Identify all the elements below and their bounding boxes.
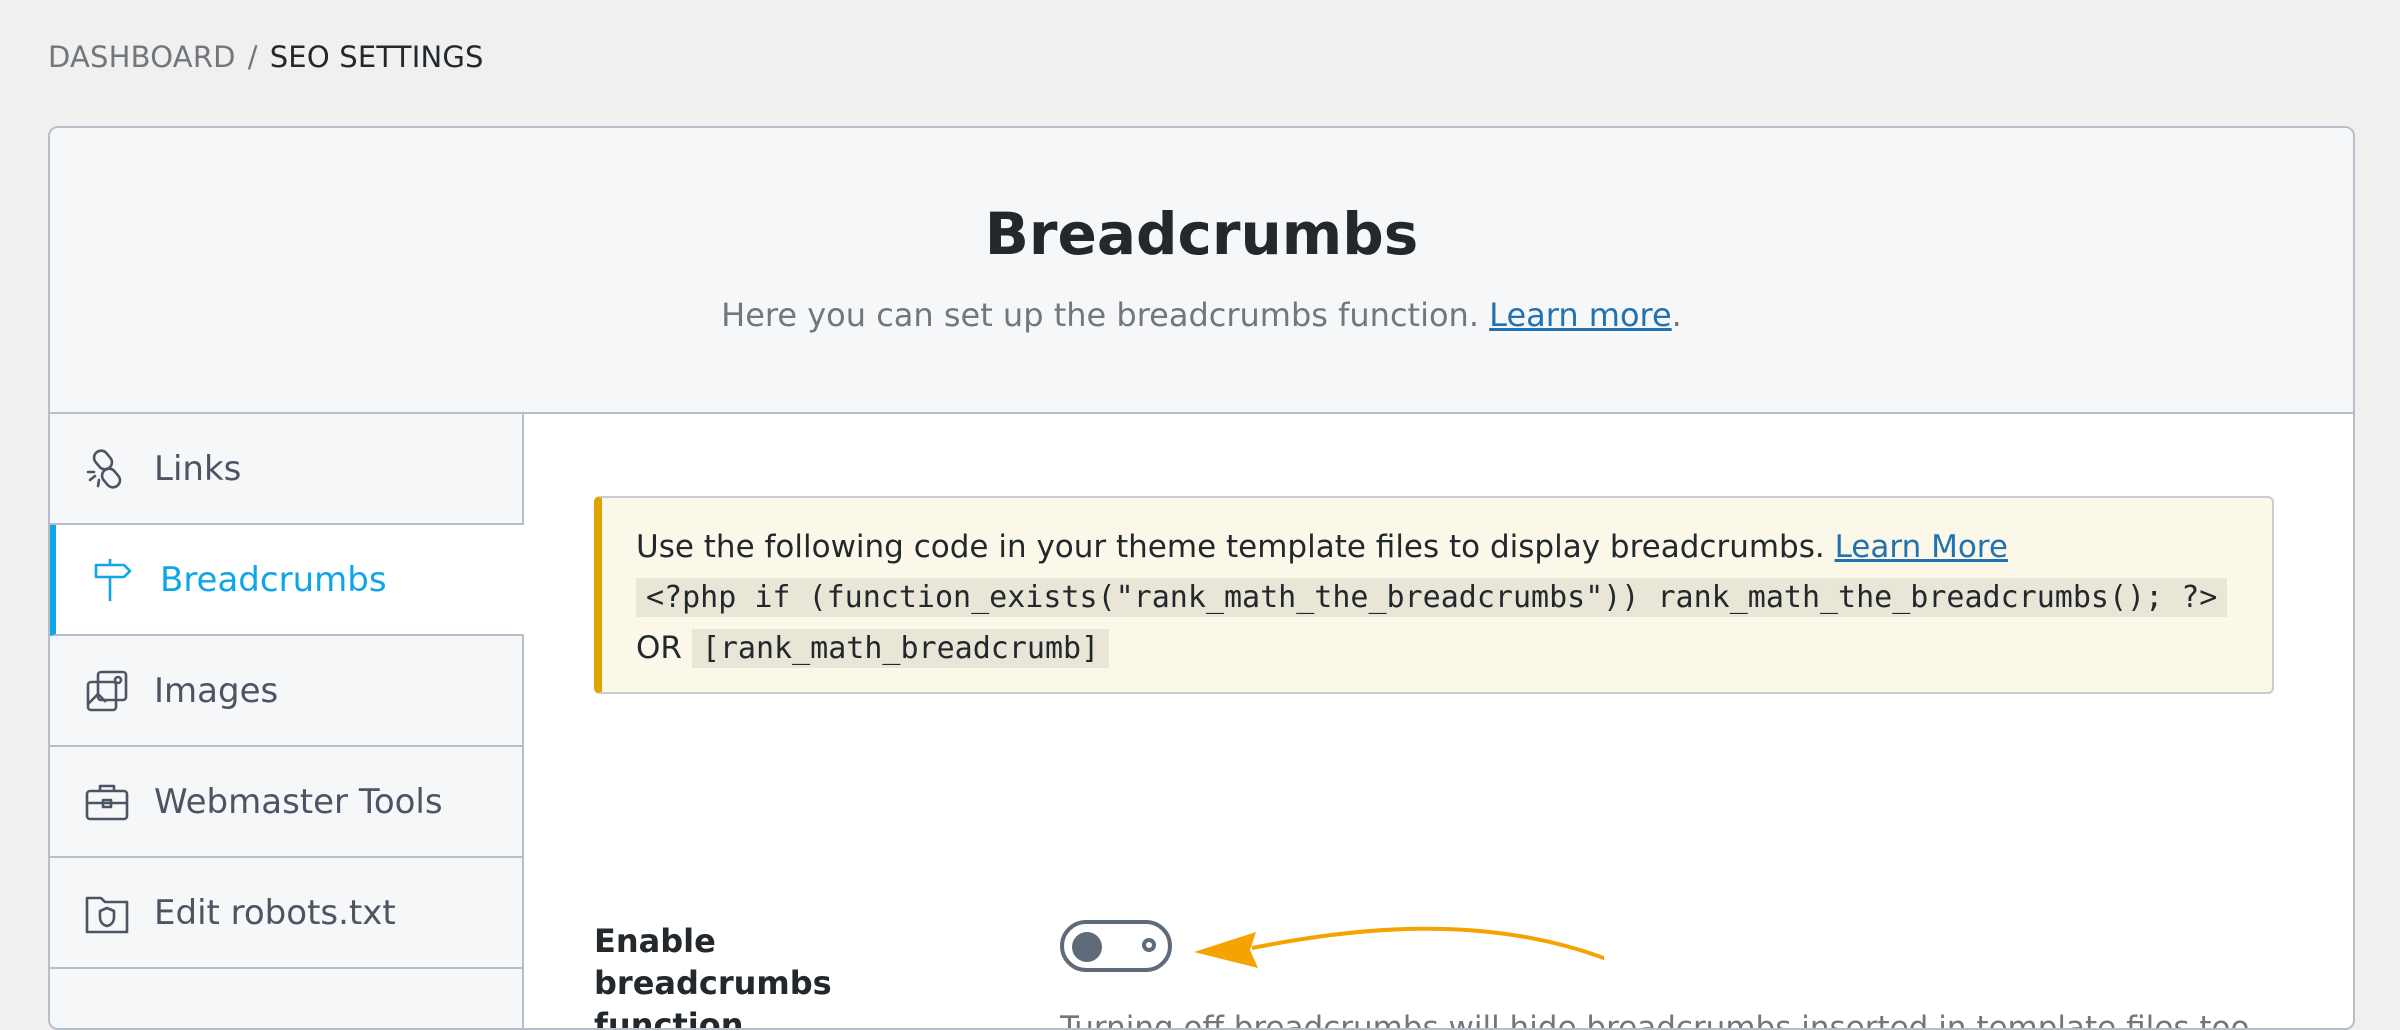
enable-breadcrumbs-toggle[interactable] [1060, 920, 1172, 972]
php-code-snippet: <?php if (function_exists("rank_math_the… [636, 578, 2228, 617]
learn-more-link[interactable]: Learn more [1489, 296, 1672, 334]
toggle-knob [1072, 932, 1102, 962]
arrow-annotation [1194, 926, 1604, 968]
sidebar-item-label: Webmaster Tools [154, 781, 443, 822]
sidebar-item-label: Images [154, 670, 279, 711]
shortcode-snippet: [rank_math_breadcrumb] [691, 629, 1110, 668]
settings-content: Use the following code in your theme tem… [524, 414, 2353, 1028]
breadcrumb: DASHBOARD / SEO SETTINGS [48, 40, 484, 74]
enable-breadcrumbs-description: Turning off breadcrumbs will hide breadc… [1060, 1010, 2259, 1030]
panel-header: Breadcrumbs Here you can set up the brea… [50, 128, 2353, 414]
breadcrumb-current: SEO SETTINGS [269, 40, 484, 74]
briefcase-icon [84, 779, 130, 825]
settings-sidebar: Links Breadcrumbs Images Webmaster Tools… [50, 414, 524, 1028]
images-icon [84, 668, 130, 714]
notice-text: Use the following code in your theme tem… [636, 529, 1825, 565]
sidebar-item-webmaster-tools[interactable]: Webmaster Tools [50, 747, 522, 858]
description-period: . [1671, 296, 1682, 334]
page-description: Here you can set up the breadcrumbs func… [50, 296, 2353, 334]
settings-panel: Breadcrumbs Here you can set up the brea… [48, 126, 2355, 1030]
page-title: Breadcrumbs [984, 200, 1419, 268]
signpost-icon [90, 557, 136, 603]
enable-breadcrumbs-label: Enable breadcrumbs function [594, 922, 832, 1030]
sidebar-item-images[interactable]: Images [50, 636, 522, 747]
toggle-off-indicator [1142, 938, 1156, 952]
sidebar-item-edit-robots[interactable]: Edit robots.txt [50, 858, 522, 969]
sidebar-item-label: Edit robots.txt [154, 892, 396, 933]
sidebar-item-label: Breadcrumbs [160, 559, 387, 600]
sidebar-item-breadcrumbs[interactable]: Breadcrumbs [50, 525, 524, 636]
sidebar-item-label: Links [154, 448, 242, 489]
links-icon [84, 446, 130, 492]
breadcrumb-dashboard-link[interactable]: DASHBOARD [48, 40, 236, 74]
notice-or-text: OR [636, 630, 682, 666]
code-notice: Use the following code in your theme tem… [594, 496, 2274, 694]
folder-shield-icon [84, 890, 130, 936]
page-description-text: Here you can set up the breadcrumbs func… [721, 296, 1479, 334]
sidebar-item-links[interactable]: Links [50, 414, 522, 525]
notice-learn-more-link[interactable]: Learn More [1835, 529, 2008, 565]
breadcrumb-separator: / [247, 40, 258, 74]
